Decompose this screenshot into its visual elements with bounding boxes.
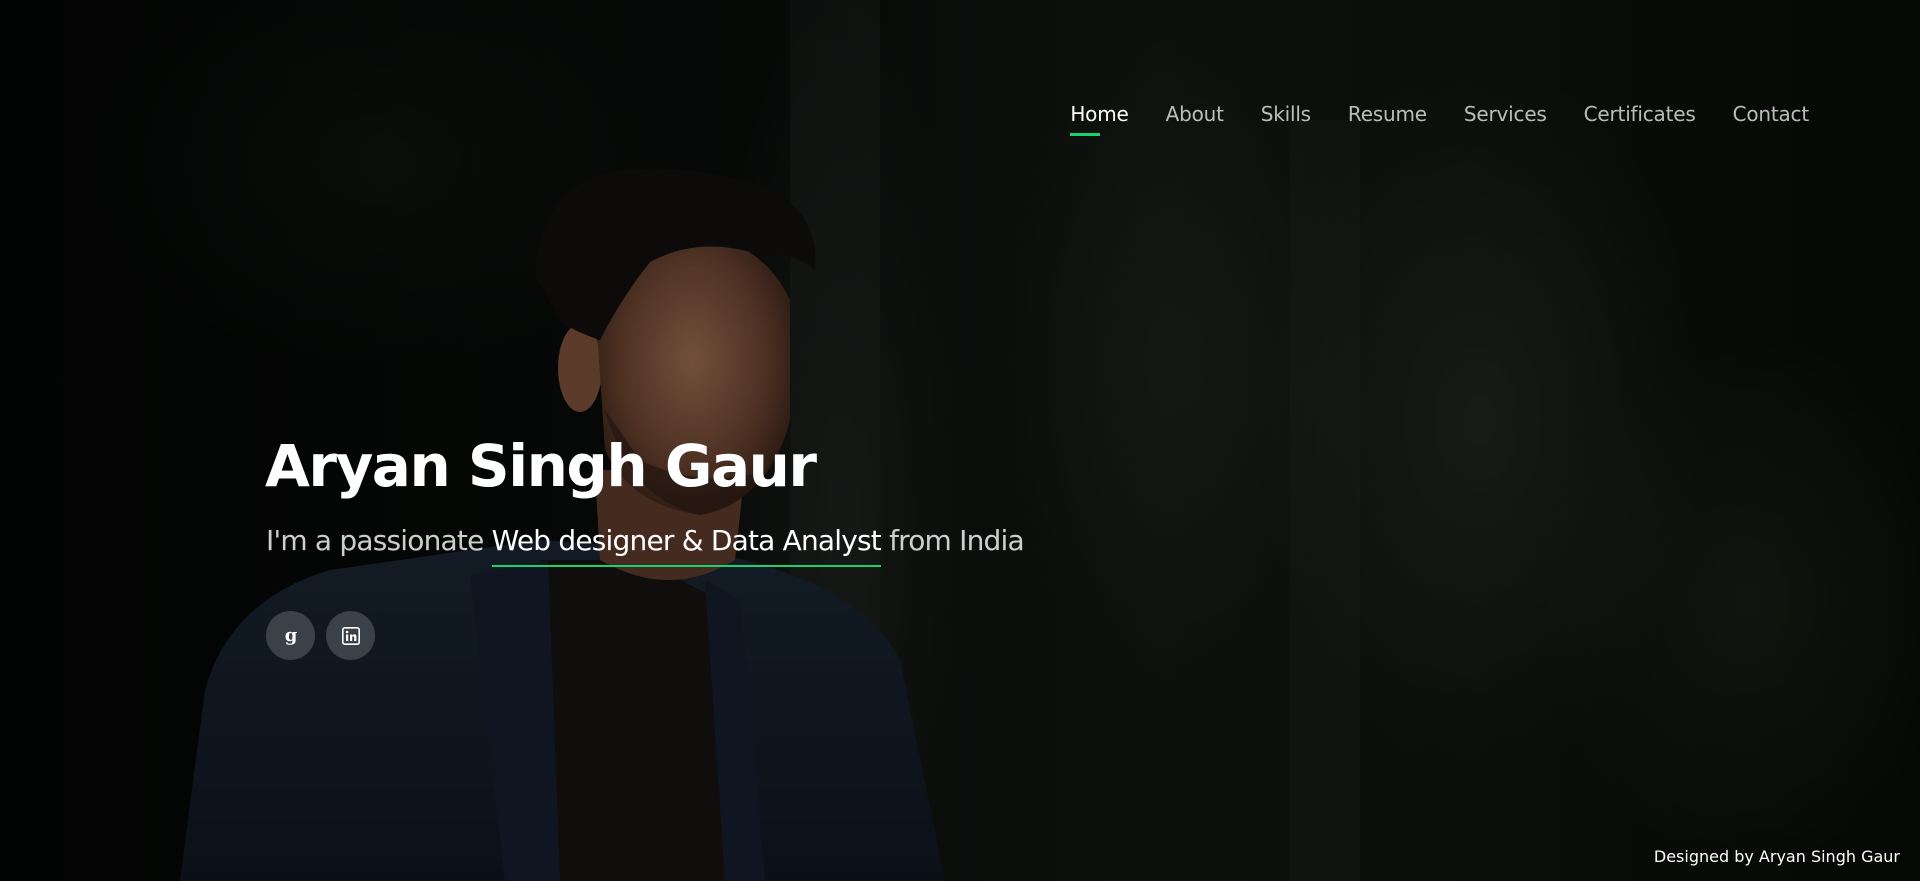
goodreads-icon: g	[284, 626, 297, 646]
hero-section: Home About Skills Resume Services Certif…	[0, 0, 1920, 881]
nav-item-certificates[interactable]: Certificates	[1584, 98, 1696, 136]
nav-item-services[interactable]: Services	[1464, 98, 1547, 136]
tagline-suffix: from India	[880, 524, 1025, 557]
linkedin-button[interactable]	[326, 611, 375, 660]
nav-item-resume[interactable]: Resume	[1348, 98, 1427, 136]
svg-text:g: g	[284, 626, 297, 646]
nav-item-home[interactable]: Home	[1070, 98, 1129, 136]
nav-item-contact[interactable]: Contact	[1733, 98, 1810, 136]
linkedin-icon	[341, 626, 360, 645]
hero-name: Aryan Singh Gaur	[265, 432, 817, 500]
footer-credit: Designed by Aryan Singh Gaur	[1653, 847, 1900, 866]
goodreads-button[interactable]: g	[266, 611, 315, 660]
tagline-prefix: I'm a passionate	[266, 524, 492, 557]
nav-item-about[interactable]: About	[1166, 98, 1224, 136]
tagline-highlight: Web designer & Data Analyst	[491, 524, 882, 567]
main-navigation: Home About Skills Resume Services Certif…	[1033, 98, 1809, 136]
social-links: g	[266, 611, 375, 660]
hero-tagline: I'm a passionate Web designer & Data Ana…	[266, 524, 1025, 567]
nav-item-skills[interactable]: Skills	[1261, 98, 1311, 136]
